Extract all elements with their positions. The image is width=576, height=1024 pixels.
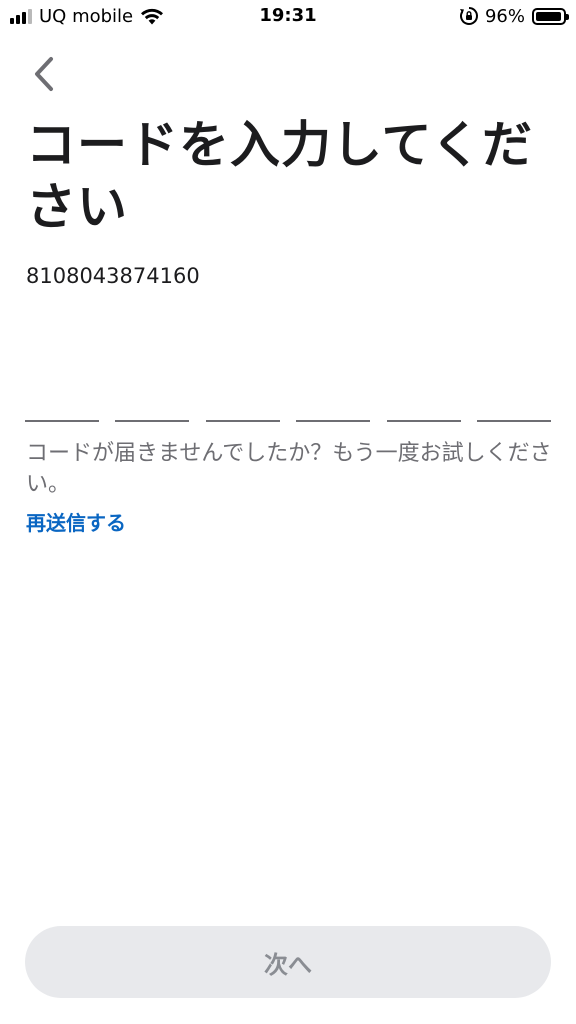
resend-code-link[interactable]: 再送信する	[26, 507, 126, 536]
page-title: コードを入力してください	[26, 116, 533, 236]
status-right: 96%	[459, 4, 569, 28]
chevron-left-icon	[35, 57, 53, 91]
code-digit-3[interactable]	[205, 370, 280, 422]
code-not-received-text: コードが届きませんでしたか？もう一度お試しください。	[26, 441, 552, 497]
code-digit-1[interactable]	[25, 370, 99, 422]
back-button[interactable]	[26, 56, 62, 92]
verification-code-input	[25, 370, 551, 422]
battery-percent: 96%	[484, 5, 525, 27]
battery-icon	[532, 7, 569, 25]
status-bar: UQ mobile 19:31 96%	[0, 0, 576, 34]
next-button[interactable]: 次へ	[25, 926, 551, 998]
code-digit-4[interactable]	[296, 370, 371, 422]
orientation-lock-icon	[459, 7, 478, 25]
code-digit-5[interactable]	[386, 370, 461, 422]
code-digit-6[interactable]	[476, 370, 551, 422]
code-digit-2[interactable]	[115, 370, 190, 422]
battery-fill	[536, 11, 561, 21]
phone-number: 8108043874160	[26, 264, 200, 288]
